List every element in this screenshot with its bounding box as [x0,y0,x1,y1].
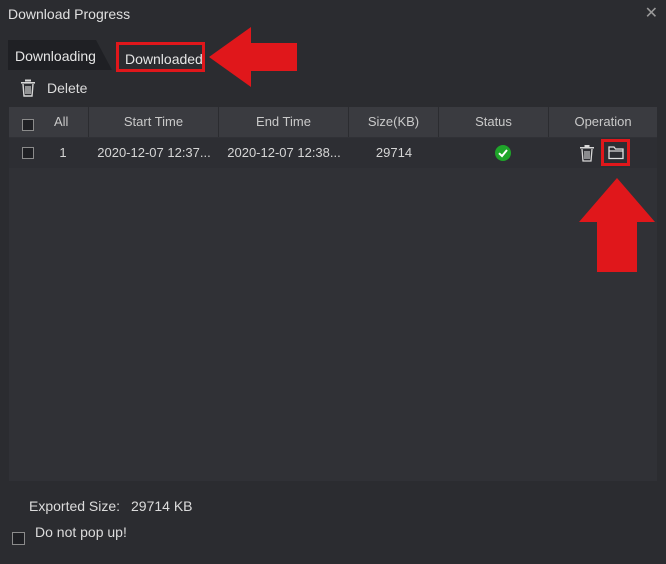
title-bar: Download Progress ✕ [0,0,666,28]
tab-downloaded[interactable]: Downloaded [116,42,205,72]
tab-downloading-label: Downloading [15,48,96,64]
download-progress-window: Download Progress ✕ Downloading Download… [0,0,666,564]
row-end-time: 2020-12-07 12:38... [227,145,341,160]
red-arrow-left-icon [209,27,297,87]
window-title: Download Progress [8,6,131,22]
header-operation: Operation [574,114,632,129]
red-arrow-up-icon [579,178,655,272]
header-start-time: Start Time [89,107,219,137]
close-icon[interactable]: ✕ [645,3,658,23]
header-end-time: End Time [219,107,349,137]
check-circle-icon [495,145,511,161]
header-all-label: All [54,114,69,129]
row-size: 29714 [375,145,413,160]
trash-icon[interactable] [578,144,596,162]
download-table: All Start Time End Time Size(KB) Status … [9,107,657,481]
row-start-time: 2020-12-07 12:37... [97,145,211,160]
table-row[interactable]: 1 2020-12-07 12:37... 2020-12-07 12:38..… [9,138,657,168]
exported-size-value: 29714 KB [131,498,193,514]
delete-button[interactable]: Delete [47,80,87,96]
header-all: All [9,107,89,137]
folder-icon [608,146,624,160]
trash-icon[interactable] [18,78,38,98]
header-size: Size(KB) [349,107,439,137]
table-header: All Start Time End Time Size(KB) Status … [9,107,657,137]
exported-size-label: Exported Size: [29,498,121,514]
row-index: 1 [59,145,67,160]
row-checkbox[interactable] [22,147,34,159]
open-folder-button[interactable] [601,139,630,166]
select-all-checkbox[interactable] [22,119,34,131]
do-not-pop-up-checkbox[interactable] [12,532,25,545]
tab-downloaded-label: Downloaded [125,51,203,67]
tab-downloading[interactable]: Downloading [8,40,112,70]
header-status: Status [439,107,549,137]
do-not-pop-up-label: Do not pop up! [35,524,127,540]
